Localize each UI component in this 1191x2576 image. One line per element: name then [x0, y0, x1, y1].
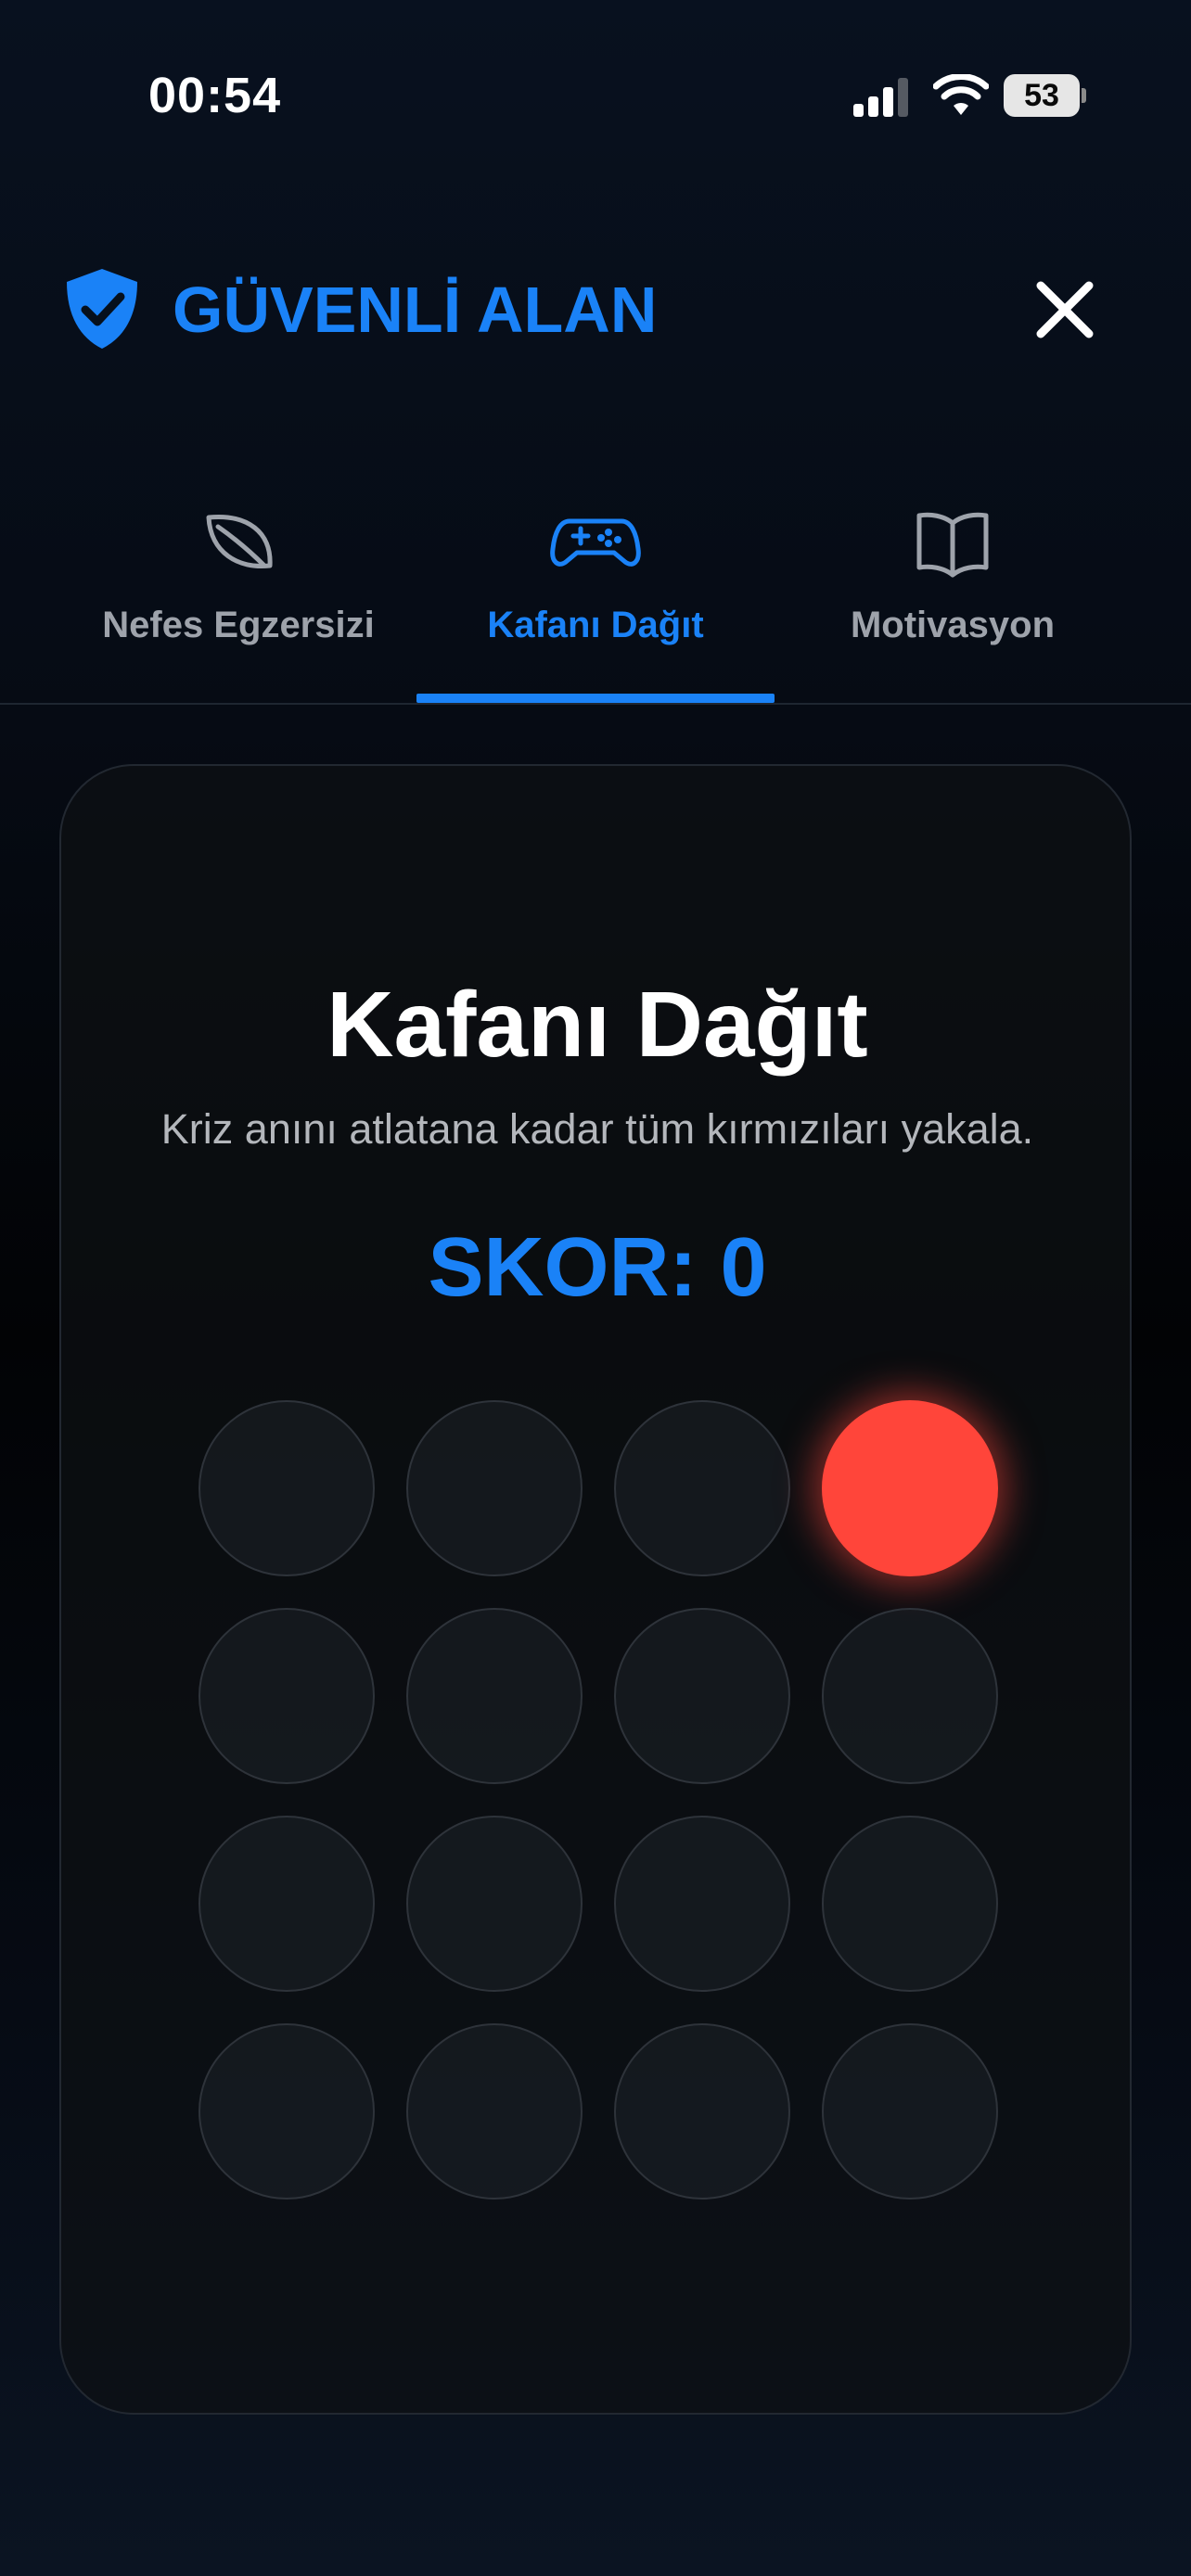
target-circle[interactable]	[406, 1816, 583, 1992]
tab-label: Kafanı Dağıt	[487, 605, 704, 645]
header: GÜVENLİ ALAN	[0, 250, 1191, 362]
tabs-divider	[0, 703, 1191, 705]
target-circle[interactable]	[822, 2023, 998, 2200]
tab-bar: Nefes Egzersizi Kafanı Dağıt Motivasyon	[0, 491, 1191, 705]
status-time: 00:54	[148, 68, 282, 123]
target-circle[interactable]	[406, 1400, 583, 1576]
target-circle[interactable]	[198, 2023, 375, 2200]
target-circle[interactable]	[406, 1608, 583, 1784]
target-circle[interactable]	[614, 1400, 790, 1576]
active-tab-indicator	[416, 694, 775, 703]
target-circle[interactable]	[822, 1816, 998, 1992]
target-circle[interactable]	[614, 1816, 790, 1992]
wifi-icon	[933, 74, 989, 115]
target-circle-active[interactable]	[822, 1400, 998, 1576]
close-icon	[1036, 281, 1094, 338]
signal-icon	[853, 78, 908, 117]
game-subtitle: Kriz anını atlatana kadar tüm kırmızılar…	[160, 1105, 1034, 1153]
score-label: SKOR: 0	[428, 1221, 767, 1314]
game-title: Kafanı Dağıt	[327, 973, 868, 1077]
target-circle[interactable]	[198, 1400, 375, 1576]
leaf-icon	[206, 515, 273, 569]
battery-level: 53	[1024, 78, 1059, 113]
target-circle[interactable]	[614, 1608, 790, 1784]
target-circle[interactable]	[406, 2023, 583, 2200]
game-grid	[198, 1400, 1000, 2201]
target-circle[interactable]	[198, 1608, 375, 1784]
tab-label: Nefes Egzersizi	[102, 605, 375, 645]
game-card: Kafanı Dağıt Kriz anını atlatana kadar t…	[59, 764, 1132, 2415]
target-circle[interactable]	[614, 2023, 790, 2200]
close-button[interactable]	[1028, 273, 1111, 347]
book-icon	[916, 512, 989, 578]
status-bar: 00:54 53	[0, 0, 1191, 185]
tab-motivasyon[interactable]: Motivasyon	[774, 491, 1132, 705]
target-circle[interactable]	[198, 1816, 375, 1992]
tab-nefes-egzersizi[interactable]: Nefes Egzersizi	[59, 491, 417, 705]
target-circle[interactable]	[822, 1608, 998, 1784]
tab-kafani-dagit[interactable]: Kafanı Dağıt	[416, 491, 775, 705]
gamepad-icon	[550, 518, 641, 567]
app-title: GÜVENLİ ALAN	[173, 274, 658, 346]
tab-label: Motivasyon	[850, 605, 1056, 645]
battery-icon: 53	[1004, 74, 1087, 117]
shield-check-icon	[67, 269, 137, 349]
